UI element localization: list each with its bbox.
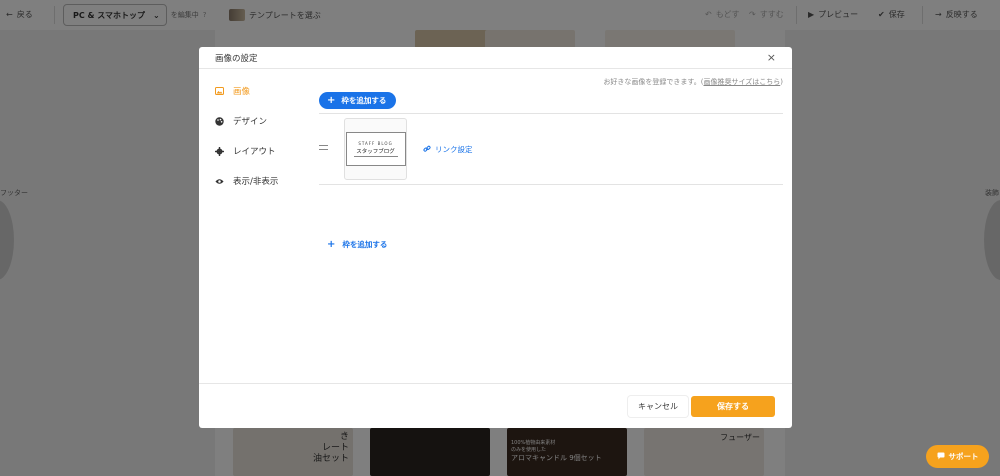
support-button[interactable]: サポート [926, 445, 989, 468]
modal-footer: キャンセル 保存する [199, 383, 792, 428]
chat-icon [937, 452, 945, 462]
add-frame-button-bottom[interactable]: + 枠を追加する [327, 239, 387, 250]
divider [319, 113, 783, 114]
save-button[interactable]: 保存する [691, 396, 775, 417]
image-settings-modal: 画像の設定 × 画像 デザイン レイアウト 表示/非表示 お好きな画像を登録でき… [199, 47, 792, 428]
menu-item-visibility[interactable]: 表示/非表示 [215, 175, 278, 187]
palette-icon [215, 116, 224, 126]
modal-title: 画像の設定 [215, 53, 258, 64]
logo-rule [353, 156, 398, 157]
image-thumbnail[interactable]: STAFF BLOG スタッフブログ [344, 118, 407, 180]
recommended-size-link[interactable]: 画像推奨サイズはこちら [703, 78, 780, 86]
cancel-button[interactable]: キャンセル [628, 396, 688, 417]
gear-icon [215, 146, 224, 156]
plus-icon: + [327, 239, 336, 250]
menu-item-layout[interactable]: レイアウト [215, 145, 276, 157]
link-setting-button[interactable]: リンク設定 [423, 144, 473, 155]
link-icon [423, 145, 431, 155]
plus-icon: + [327, 95, 336, 106]
drag-handle-icon[interactable] [319, 145, 328, 150]
menu-item-design[interactable]: デザイン [215, 115, 267, 127]
modal-header: 画像の設定 × [199, 47, 792, 69]
divider [319, 184, 783, 185]
image-icon [215, 87, 224, 96]
menu-item-image[interactable]: 画像 [215, 85, 250, 97]
image-hint-text: お好きな画像を登録できます。(画像推奨サイズはこちら) [603, 78, 783, 86]
staff-blog-logo: STAFF BLOG スタッフブログ [345, 132, 406, 166]
add-frame-button-top[interactable]: + 枠を追加する [319, 92, 397, 109]
eye-icon [215, 177, 224, 186]
close-icon[interactable]: × [767, 52, 776, 63]
